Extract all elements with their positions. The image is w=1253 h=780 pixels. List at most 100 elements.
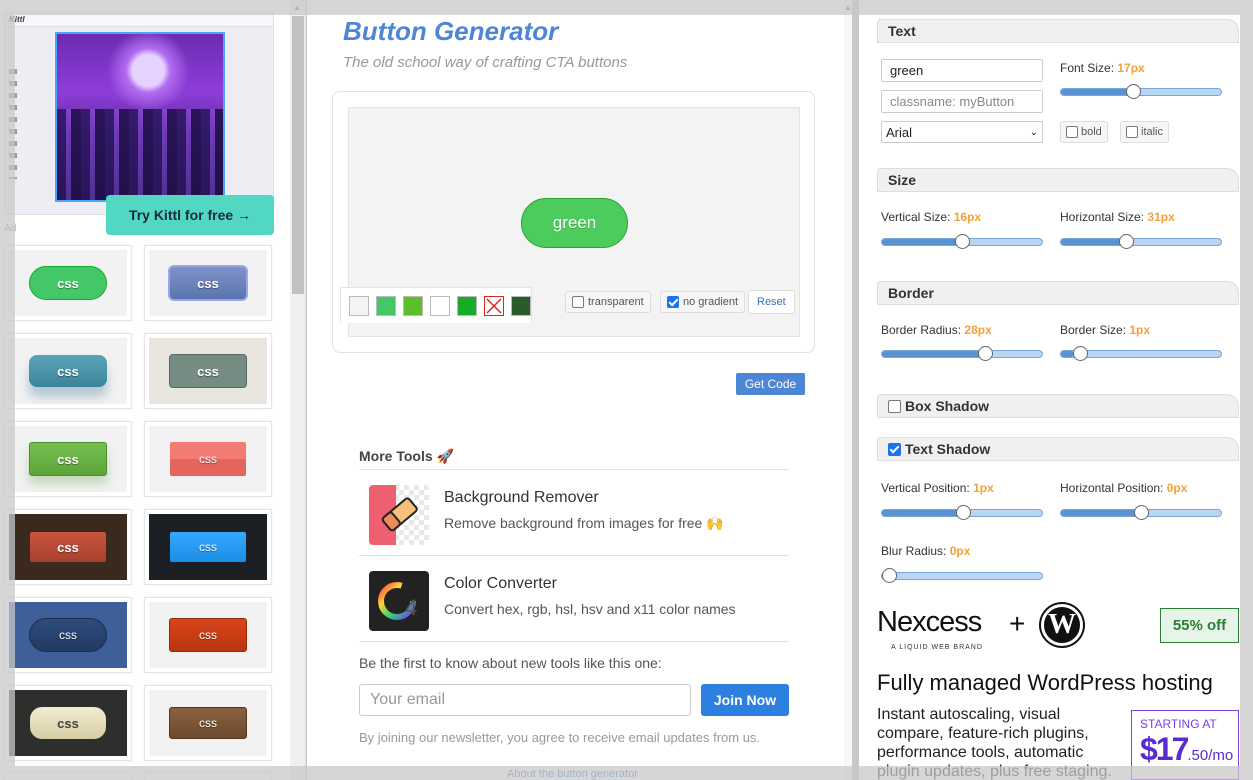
gallery-item[interactable]: css: [144, 685, 272, 761]
blur-radius-value: 0px: [949, 544, 971, 558]
gallery-item[interactable]: css: [4, 333, 132, 409]
gallery-button[interactable]: css: [169, 618, 247, 652]
slider-handle[interactable]: [1119, 234, 1134, 249]
font-size-slider[interactable]: [1060, 84, 1222, 99]
try-kittl-button[interactable]: Try Kittl for free →: [106, 195, 274, 235]
tool-name: Color Converter: [444, 575, 557, 592]
gallery-item[interactable]: css: [4, 509, 132, 585]
slider-handle[interactable]: [1072, 346, 1088, 361]
font-size-value: 17px: [1117, 61, 1145, 75]
page-title: Button Generator: [343, 16, 559, 46]
gallery-button[interactable]: css: [29, 355, 107, 387]
kittl-toolbar-icons: [9, 69, 17, 179]
gallery-button[interactable]: css: [29, 266, 107, 300]
tool-description: Remove background from images for free 🙌: [444, 515, 724, 531]
swatch[interactable]: [403, 296, 423, 316]
slider-handle[interactable]: [1133, 505, 1149, 520]
tool-color-converter[interactable]: 4 Color Converter Convert hex, rgb, hsl,…: [369, 571, 789, 631]
gallery-item[interactable]: [4, 772, 132, 780]
no-gradient-option[interactable]: no gradient: [660, 291, 746, 313]
plus-sign: +: [1009, 608, 1026, 639]
blur-radius-slider[interactable]: [881, 568, 1043, 583]
gallery-button[interactable]: css: [170, 442, 246, 476]
gallery-item[interactable]: css: [144, 421, 272, 497]
horizontal-size-slider[interactable]: [1060, 234, 1222, 249]
border-size-slider[interactable]: [1060, 346, 1222, 361]
swatch[interactable]: [349, 296, 369, 316]
gallery-item[interactable]: css: [144, 333, 272, 409]
gallery-button[interactable]: css: [30, 707, 106, 739]
kittl-ad-image[interactable]: Kittl: [4, 12, 274, 215]
swatch[interactable]: [457, 296, 477, 316]
gallery-button[interactable]: css: [30, 532, 106, 562]
nexcess-ad[interactable]: Nexcess A LIQUID WEB BRAND + W 55% off F…: [877, 604, 1239, 780]
classname-input[interactable]: classname: myButton: [881, 90, 1043, 113]
gallery-button[interactable]: css: [170, 532, 246, 562]
reset-button[interactable]: Reset: [748, 290, 795, 314]
swatch[interactable]: [430, 296, 450, 316]
box-shadow-checkbox[interactable]: [888, 400, 901, 413]
gallery-item[interactable]: css: [4, 421, 132, 497]
transparent-option[interactable]: transparent: [565, 291, 651, 313]
vertical-size-label: Vertical Size: 16px: [881, 210, 982, 224]
gallery-item[interactable]: [144, 772, 272, 780]
text-shadow-checkbox[interactable]: [888, 443, 901, 456]
get-code-button[interactable]: Get Code: [736, 373, 805, 395]
gallery-item[interactable]: css: [4, 685, 132, 761]
gallery-item[interactable]: css: [4, 245, 132, 321]
section-text-shadow[interactable]: Text Shadow: [877, 437, 1239, 461]
mid-scrollbar[interactable]: [844, 0, 852, 780]
slider-handle[interactable]: [882, 568, 897, 583]
shadow-horizontal-label: Horizontal Position: 0px: [1060, 481, 1188, 495]
price-label: STARTING AT: [1140, 717, 1217, 731]
wordpress-icon: W: [1041, 604, 1083, 646]
no-gradient-checkbox[interactable]: [667, 296, 679, 308]
shadow-vertical-slider[interactable]: [881, 505, 1043, 520]
preview-button[interactable]: green: [521, 198, 628, 248]
section-box-shadow[interactable]: Box Shadow: [877, 394, 1239, 418]
vertical-size-slider[interactable]: [881, 234, 1043, 249]
border-radius-value: 28px: [964, 323, 992, 337]
gallery-button[interactable]: css: [168, 265, 248, 301]
tool-background-remover[interactable]: Background Remover Remove background fro…: [369, 485, 789, 545]
shadow-horizontal-slider[interactable]: [1060, 505, 1222, 520]
join-now-button[interactable]: Join Now: [701, 684, 789, 716]
nexcess-tagline: A LIQUID WEB BRAND: [891, 644, 983, 651]
horizontal-size-value: 31px: [1147, 210, 1175, 224]
gallery-button[interactable]: css: [29, 442, 107, 476]
slider-handle[interactable]: [955, 505, 971, 520]
gallery-item[interactable]: css: [144, 509, 272, 585]
italic-toggle[interactable]: italic: [1120, 121, 1170, 143]
preview-card: green transparent no gradient Reset: [332, 91, 815, 353]
price-value: $17.50/mo: [1140, 731, 1234, 767]
gallery-button[interactable]: css: [169, 707, 247, 739]
email-input[interactable]: Your email: [359, 684, 691, 716]
about-link[interactable]: About the button generator: [507, 768, 638, 780]
bold-toggle[interactable]: bold: [1060, 121, 1108, 143]
font-select[interactable]: Arial ⌄: [881, 121, 1043, 143]
button-text-input[interactable]: green: [881, 59, 1043, 82]
slider-handle[interactable]: [954, 234, 970, 249]
left-panel: Kittl Ad Try Kittl for free → css css cs…: [0, 0, 306, 780]
gallery-item[interactable]: css: [144, 245, 272, 321]
border-size-value: 1px: [1129, 323, 1151, 337]
gallery-item[interactable]: css: [144, 597, 272, 673]
scroll-up-icon[interactable]: ▲: [293, 3, 301, 12]
slider-handle[interactable]: [977, 346, 993, 361]
gallery-item[interactable]: css: [4, 597, 132, 673]
scroll-up-icon[interactable]: ▲: [844, 3, 852, 12]
slider-handle[interactable]: [1126, 84, 1142, 99]
swatch[interactable]: [376, 296, 396, 316]
swatch[interactable]: [511, 296, 531, 316]
gallery-button[interactable]: css: [169, 354, 247, 388]
gallery-button[interactable]: css: [29, 618, 107, 652]
ad-label: Ad: [4, 223, 17, 234]
border-radius-slider[interactable]: [881, 346, 1043, 361]
chevron-down-icon: ⌄: [1029, 126, 1038, 138]
kittl-brand: Kittl: [5, 13, 273, 27]
settings-panel: Text green classname: myButton Arial ⌄ F…: [859, 0, 1253, 780]
transparent-checkbox[interactable]: [572, 296, 584, 308]
no-background-swatch-icon[interactable]: [484, 296, 504, 316]
left-scrollbar-thumb[interactable]: [292, 16, 304, 294]
horizontal-size-label: Horizontal Size: 31px: [1060, 210, 1175, 224]
